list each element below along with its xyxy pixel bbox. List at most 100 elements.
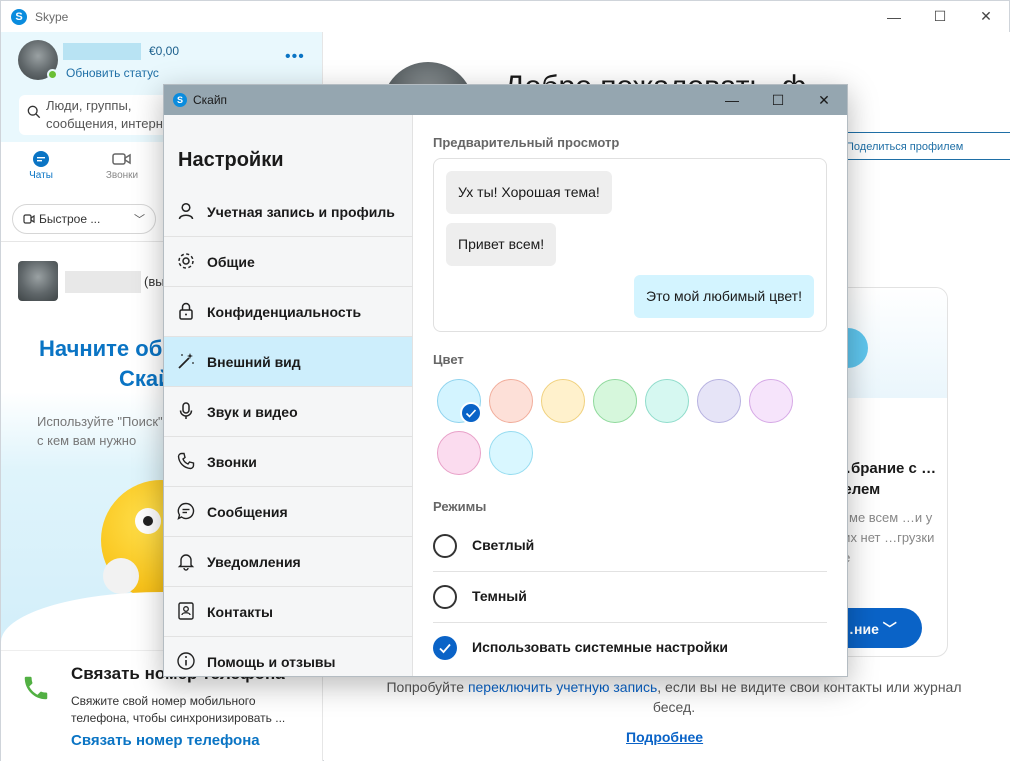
meeting-card: …брание с …телем …ме всем …и у них нет …… (834, 287, 948, 657)
sidebar-item-privacy[interactable]: Конфиденциальность (164, 287, 412, 337)
profile-name-redacted[interactable] (63, 43, 141, 60)
mode-light-option[interactable]: Светлый (433, 521, 827, 572)
sidebar-item-label: Контакты (207, 603, 274, 620)
settings-dialog: S Скайп — ☐ ✕ Настройки Учетная запись и… (163, 84, 848, 677)
contact-name-redacted (65, 271, 141, 293)
color-swatch[interactable] (593, 379, 637, 423)
learn-more-link[interactable]: Подробнее (626, 729, 703, 745)
window-title: Skype (35, 9, 69, 24)
sidebar-item-notifications[interactable]: Уведомления (164, 537, 412, 587)
more-options-icon[interactable]: ••• (285, 48, 305, 66)
color-swatch[interactable] (437, 379, 482, 424)
emoji-eye (135, 508, 161, 534)
contact-card-icon (178, 602, 194, 620)
check-icon (439, 643, 451, 654)
update-status-link[interactable]: Обновить статус (66, 66, 159, 80)
color-swatch[interactable] (489, 379, 533, 423)
link-phone-button[interactable]: Связать номер телефона (71, 732, 260, 749)
settings-heading: Настройки (178, 149, 284, 171)
sidebar-item-label: Звук и видео (207, 403, 298, 420)
sidebar-item-contacts[interactable]: Контакты (164, 587, 412, 637)
dialog-close-button[interactable]: ✕ (801, 85, 847, 115)
bell-icon (177, 554, 195, 571)
skype-logo-icon: S (11, 8, 27, 25)
sidebar-item-account[interactable]: Учетная запись и профиль (164, 187, 412, 237)
color-swatch[interactable] (697, 379, 741, 423)
preview-message-outgoing: Это мой любимый цвет! (634, 275, 814, 318)
sidebar-item-label: Уведомления (207, 553, 301, 570)
sidebar-item-messages[interactable]: Сообщения (164, 487, 412, 537)
radio-system[interactable] (433, 636, 457, 660)
tab-chats-label: Чаты (29, 170, 53, 181)
sidebar-item-label: Звонки (207, 453, 257, 470)
sidebar-item-help[interactable]: Помощь и отзывы (164, 637, 412, 676)
microphone-icon (179, 402, 193, 419)
gear-icon (178, 253, 194, 269)
switch-account-hint: Попробуйте переключить учетную запись, е… (364, 677, 984, 717)
sidebar-item-label: Конфиденциальность (207, 303, 362, 320)
search-icon (27, 105, 41, 119)
color-swatch[interactable] (437, 431, 481, 475)
mode-dark-option[interactable]: Темный (433, 572, 827, 623)
mode-light-label: Светлый (472, 537, 535, 553)
appearance-panel: Предварительный просмотр Ух ты! Хорошая … (413, 115, 847, 676)
dialog-maximize-button[interactable]: ☐ (755, 85, 801, 115)
check-icon (460, 402, 482, 424)
online-status-dot (47, 69, 58, 80)
mode-dark-label: Темный (472, 588, 527, 604)
sidebar-item-label: Общие (207, 253, 255, 270)
maximize-button[interactable]: ☐ (917, 1, 963, 32)
dialog-minimize-button[interactable]: — (709, 85, 755, 115)
sidebar-item-calls[interactable]: Звонки (164, 437, 412, 487)
card-title: …брание с …телем (836, 460, 937, 498)
sidebar-item-general[interactable]: Общие (164, 237, 412, 287)
share-profile-link[interactable]: Поделиться профилем (834, 132, 1010, 160)
tab-chats[interactable]: Чаты (11, 148, 71, 181)
meet-icon (23, 214, 35, 224)
radio-light[interactable] (433, 534, 457, 558)
chevron-down-icon: ﹀ (134, 214, 145, 226)
banner-text: Свяжите свой номер мобильного телефона, … (71, 694, 286, 725)
color-swatch[interactable] (541, 379, 585, 423)
sidebar-item-label: Внешний вид (207, 353, 301, 370)
color-swatch[interactable] (489, 431, 533, 475)
phone-icon (177, 452, 195, 470)
preview-message-incoming: Привет всем! (446, 223, 557, 266)
skype-logo-icon: S (173, 93, 187, 107)
dialog-titlebar: S Скайп — ☐ ✕ (164, 85, 847, 115)
main-titlebar: S Skype — ☐ ✕ (1, 1, 1009, 32)
chat-bubble-icon (177, 502, 195, 520)
quick-meet-button[interactable]: Быстрое ... ﹀ (12, 204, 156, 234)
tab-calls[interactable]: Звонки (92, 148, 152, 181)
info-icon (177, 652, 195, 670)
theme-preview: Ух ты! Хорошая тема! Привет всем! Это мо… (433, 158, 827, 332)
contact-avatar (18, 261, 58, 301)
sidebar-item-audio-video[interactable]: Звук и видео (164, 387, 412, 437)
sidebar-item-label: Помощь и отзывы (207, 653, 336, 670)
color-label: Цвет (433, 352, 464, 367)
minimize-button[interactable]: — (871, 1, 917, 32)
mode-system-option[interactable]: Использовать системные настройки (433, 623, 827, 674)
mode-system-label: Использовать системные настройки (472, 639, 729, 655)
switch-account-link[interactable]: переключить учетную запись (468, 679, 657, 695)
card-text: …ме всем …и у них нет …грузки не (836, 510, 935, 565)
lock-icon (179, 302, 193, 320)
hint-prefix: Попробуйте (386, 679, 468, 695)
magic-wand-icon (178, 353, 194, 369)
sidebar-item-label: Сообщения (207, 503, 288, 520)
close-button[interactable]: ✕ (963, 1, 1009, 32)
balance[interactable]: €0,00 (149, 44, 179, 58)
chevron-down-icon: ﹀ (882, 621, 897, 637)
settings-sidebar: Настройки Учетная запись и профиль Общие (164, 115, 413, 676)
radio-dark[interactable] (433, 585, 457, 609)
preview-label: Предварительный просмотр (433, 135, 620, 150)
color-swatch[interactable] (749, 379, 793, 423)
chat-icon (33, 151, 49, 167)
emoji-hand (103, 558, 139, 594)
settings-menu: Учетная запись и профиль Общие Конфиденц… (164, 187, 412, 676)
tab-calls-label: Звонки (105, 170, 139, 181)
sidebar-item-appearance[interactable]: Внешний вид (164, 337, 412, 387)
quick-meet-label: Быстрое ... (39, 212, 101, 226)
user-icon (178, 202, 194, 220)
color-swatch[interactable] (645, 379, 689, 423)
